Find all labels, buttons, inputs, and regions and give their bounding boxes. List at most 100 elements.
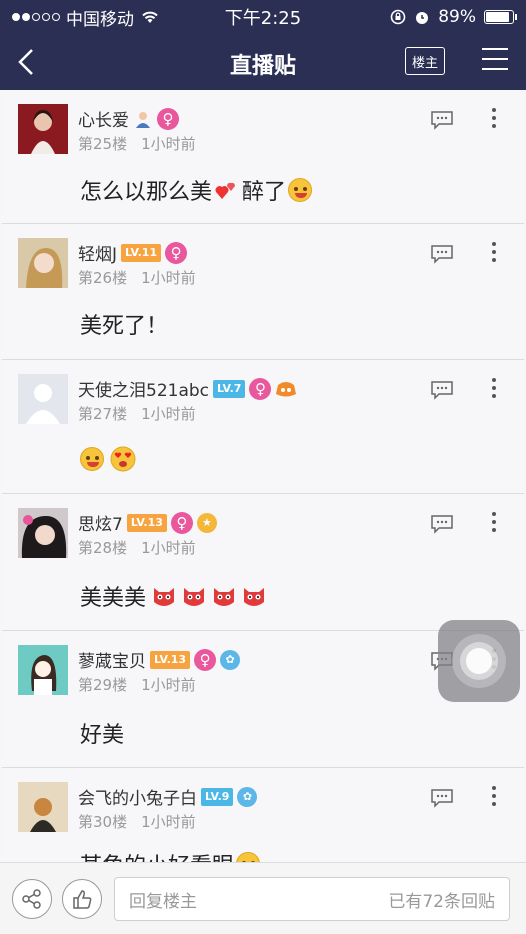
reply-count: 已有72条回贴 bbox=[388, 891, 495, 912]
reply-icon[interactable] bbox=[430, 380, 454, 400]
post-text: 某角的小好看眼 bbox=[80, 848, 234, 862]
post-username-row: 蓼蒧宝贝 LV.13 ♀ ✿ bbox=[78, 647, 241, 672]
post-text: 美死了！ bbox=[80, 314, 169, 339]
hearts-emoji-icon bbox=[215, 182, 236, 199]
assistive-touch-button[interactable] bbox=[438, 620, 520, 702]
level-badge: LV.9 bbox=[201, 787, 234, 806]
username[interactable]: 心长爱 bbox=[78, 106, 129, 131]
floor-number: 第28楼 bbox=[78, 539, 128, 557]
alarm-icon bbox=[416, 12, 429, 24]
reply-icon[interactable] bbox=[430, 110, 454, 130]
cat-emoji-icon bbox=[154, 588, 175, 606]
username[interactable]: 天使之泪521abc bbox=[78, 376, 209, 401]
reply-icon[interactable] bbox=[430, 514, 454, 534]
post-text-2: 醉了 bbox=[242, 180, 287, 205]
post-content: 好美 bbox=[80, 717, 124, 749]
wifi-icon bbox=[142, 11, 158, 23]
post-time: 1小时前 bbox=[141, 135, 196, 153]
post-meta: 第27楼 1小时前 bbox=[78, 403, 210, 424]
post-time: 1小时前 bbox=[141, 676, 196, 694]
cat-emoji-icon bbox=[214, 588, 235, 606]
tongue-emoji-icon bbox=[288, 178, 313, 202]
like-button[interactable] bbox=[62, 879, 102, 919]
female-icon: ♀ bbox=[170, 511, 193, 534]
post-username-row: 心长爱 ♀ bbox=[78, 106, 179, 131]
carrier-name: 中国移动 bbox=[66, 9, 134, 30]
post-content: 美死了！ bbox=[80, 308, 168, 340]
post-username-row: 天使之泪521abc LV.7 ♀ bbox=[78, 376, 297, 401]
more-icon[interactable] bbox=[489, 378, 499, 402]
post-meta: 第29楼 1小时前 bbox=[78, 674, 210, 695]
post-content: 美美美 bbox=[80, 580, 266, 612]
post-content: 怎么以那么美 醉了 bbox=[80, 174, 313, 206]
share-icon bbox=[22, 889, 41, 909]
gold-medal-icon: ★ bbox=[196, 512, 217, 533]
avatar[interactable] bbox=[18, 104, 68, 154]
status-time: 下午2:25 bbox=[224, 8, 302, 29]
avatar[interactable] bbox=[18, 508, 68, 558]
username[interactable]: 轻烟J bbox=[78, 240, 117, 265]
floor-number: 第26楼 bbox=[78, 269, 128, 287]
laugh-emoji-icon bbox=[80, 447, 104, 471]
post-meta: 第26楼 1小时前 bbox=[78, 267, 210, 288]
blue-medal-icon: ✿ bbox=[237, 786, 258, 807]
post-meta: 第25楼 1小时前 bbox=[78, 133, 210, 154]
post-username-row: 会飞的小兔子白 LV.9 ✿ bbox=[78, 784, 258, 809]
more-icon[interactable] bbox=[489, 786, 499, 810]
floor-number: 第25楼 bbox=[78, 135, 128, 153]
share-button[interactable] bbox=[12, 879, 52, 919]
post-item: 心长爱 ♀ 第25楼 1小时前 怎么以那么美 醉了 bbox=[2, 90, 524, 224]
post-time: 1小时前 bbox=[141, 539, 196, 557]
cat-emoji-icon bbox=[244, 588, 265, 606]
cat-emoji-icon bbox=[184, 588, 205, 606]
reply-icon[interactable] bbox=[430, 788, 454, 808]
post-username-row: 思炫7 LV.13 ♀ ★ bbox=[78, 510, 217, 535]
post-time: 1小时前 bbox=[141, 813, 196, 831]
post-meta: 第30楼 1小时前 bbox=[78, 811, 210, 832]
page-title: 直播贴 bbox=[229, 54, 296, 79]
level-badge: LV.7 bbox=[213, 379, 246, 398]
bottom-bar: 回复楼主 已有72条回贴 bbox=[0, 862, 526, 934]
post-text: 美美美 bbox=[80, 586, 147, 611]
reply-input[interactable]: 回复楼主 已有72条回贴 bbox=[114, 877, 510, 921]
post-content: 某角的小好看眼 bbox=[80, 848, 261, 862]
reply-placeholder: 回复楼主 bbox=[129, 891, 197, 912]
blue-medal-icon: ✿ bbox=[220, 649, 241, 670]
floor-number: 第27楼 bbox=[78, 405, 128, 423]
heart-eyes-emoji-icon bbox=[110, 446, 136, 472]
game-medal-icon bbox=[276, 381, 297, 396]
avatar[interactable] bbox=[18, 782, 68, 832]
avatar[interactable] bbox=[18, 374, 68, 424]
post-time: 1小时前 bbox=[141, 269, 196, 287]
more-icon[interactable] bbox=[489, 512, 499, 536]
avatar[interactable] bbox=[18, 238, 68, 288]
battery-percent: 89% bbox=[438, 7, 476, 27]
level-badge: LV.11 bbox=[121, 243, 162, 262]
username[interactable]: 会飞的小兔子白 bbox=[78, 784, 197, 809]
female-icon: ♀ bbox=[249, 377, 272, 400]
post-username-row: 轻烟J LV.11 ♀ bbox=[78, 240, 188, 265]
more-icon[interactable] bbox=[489, 108, 499, 132]
post-item: 思炫7 LV.13 ♀ ★ 第28楼 1小时前 美美美 bbox=[2, 494, 524, 631]
username[interactable]: 蓼蒧宝贝 bbox=[78, 647, 146, 672]
floor-number: 第29楼 bbox=[78, 676, 128, 694]
avatar[interactable] bbox=[18, 645, 68, 695]
nav-bar: 直播贴 楼主 bbox=[0, 34, 526, 90]
floor-number: 第30楼 bbox=[78, 813, 128, 831]
more-icon[interactable] bbox=[489, 242, 499, 266]
female-icon: ♀ bbox=[157, 107, 179, 130]
username[interactable]: 思炫7 bbox=[78, 510, 123, 535]
post-text: 怎么以那么美 bbox=[80, 180, 213, 205]
menu-icon[interactable] bbox=[482, 48, 508, 72]
level-badge: LV.13 bbox=[150, 650, 191, 669]
post-item: 轻烟J LV.11 ♀ 第26楼 1小时前 美死了！ bbox=[2, 224, 524, 360]
female-icon: ♀ bbox=[194, 648, 217, 671]
post-item: 会飞的小兔子白 LV.9 ✿ 第30楼 1小时前 某角的小好看眼 bbox=[2, 768, 524, 862]
post-text: 好美 bbox=[80, 723, 125, 748]
reply-icon[interactable] bbox=[430, 244, 454, 264]
louzhu-button[interactable]: 楼主 bbox=[405, 47, 445, 75]
post-feed[interactable]: 心长爱 ♀ 第25楼 1小时前 怎么以那么美 醉了 轻烟J LV.11 ♀ 第26… bbox=[2, 90, 524, 862]
smile-emoji-icon bbox=[236, 852, 261, 862]
status-bar: 中国移动 下午2:25 89% bbox=[0, 0, 526, 34]
post-time: 1小时前 bbox=[141, 405, 196, 423]
